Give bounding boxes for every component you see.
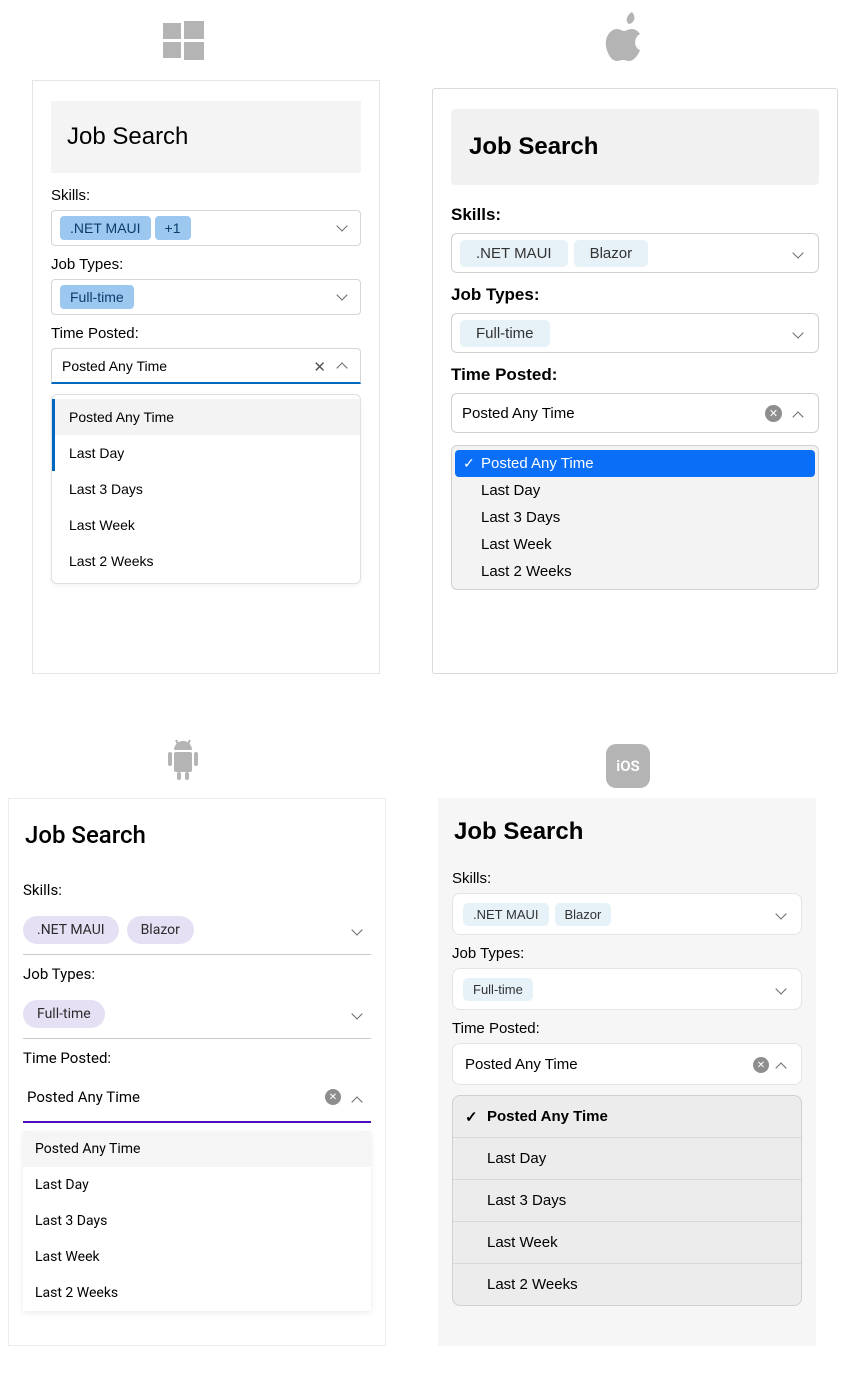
skills-combobox[interactable]: .NET MAUI +1 [51, 210, 361, 246]
chevron-down-icon[interactable] [353, 1007, 365, 1026]
windows-panel: Job Search Skills: .NET MAUI +1 Job Type… [32, 80, 380, 674]
timeposted-value: Posted Any Time [460, 405, 575, 422]
timeposted-popup: Posted Any Time Last Day Last 3 Days Las… [51, 394, 361, 584]
timeposted-popup: Posted Any Time Last Day Last 3 Days Las… [23, 1131, 371, 1311]
jobtypes-combobox[interactable]: Full-time [23, 989, 371, 1039]
timeposted-combobox[interactable]: Posted Any Time ✕ [452, 1043, 802, 1085]
time-option[interactable]: Last 2 Weeks [453, 1264, 801, 1305]
time-option[interactable]: Last 3 Days [453, 1180, 801, 1222]
skill-chip[interactable]: Blazor [574, 240, 649, 267]
clear-icon[interactable]: ✕ [753, 1057, 769, 1073]
skill-chip[interactable]: .NET MAUI [23, 916, 119, 944]
skills-combobox[interactable]: .NET MAUI Blazor [452, 893, 802, 935]
chevron-up-icon[interactable] [353, 1091, 365, 1110]
time-option[interactable]: Posted Any Time [453, 1096, 801, 1138]
time-option[interactable]: Last Week [453, 1222, 801, 1264]
chevron-down-icon[interactable] [794, 328, 806, 346]
jobtype-chip[interactable]: Full-time [60, 285, 134, 309]
jobtypes-combobox[interactable]: Full-time [451, 313, 819, 353]
time-option[interactable]: Last 3 Days [455, 504, 815, 531]
chevron-down-icon[interactable] [338, 290, 350, 308]
skill-chip[interactable]: .NET MAUI [60, 216, 151, 240]
chevron-down-icon[interactable] [777, 909, 789, 927]
jobtype-chip[interactable]: Full-time [463, 978, 533, 1001]
time-option[interactable]: Last 3 Days [23, 1203, 371, 1239]
timeposted-value: Posted Any Time [23, 1088, 140, 1106]
jobtypes-combobox[interactable]: Full-time [51, 279, 361, 315]
skills-label: Skills: [23, 881, 371, 899]
time-option[interactable]: Last Week [52, 507, 360, 543]
apple-icon [604, 12, 648, 68]
page-title: Job Search [23, 799, 371, 871]
timeposted-popup: Posted Any Time Last Day Last 3 Days Las… [451, 445, 819, 590]
clear-icon[interactable]: ✕ [325, 1089, 341, 1105]
skill-more-chip[interactable]: +1 [155, 216, 191, 240]
clear-icon[interactable]: ✕ [765, 405, 782, 422]
timeposted-label: Time Posted: [23, 1049, 371, 1067]
time-option[interactable]: Last Day [52, 435, 360, 471]
chevron-down-icon[interactable] [777, 984, 789, 1002]
chevron-down-icon[interactable] [794, 248, 806, 266]
time-option[interactable]: Posted Any Time [455, 450, 815, 477]
timeposted-combobox[interactable]: Posted Any Time ✕ [51, 348, 361, 384]
time-option[interactable]: Last Week [455, 531, 815, 558]
jobtype-chip[interactable]: Full-time [23, 1000, 105, 1028]
jobtypes-label: Job Types: [51, 256, 361, 273]
timeposted-label: Time Posted: [51, 325, 361, 342]
timeposted-label: Time Posted: [451, 365, 819, 385]
skills-combobox[interactable]: .NET MAUI Blazor [23, 905, 371, 955]
jobtype-chip[interactable]: Full-time [460, 320, 550, 347]
jobtypes-label: Job Types: [452, 945, 802, 962]
skills-combobox[interactable]: .NET MAUI Blazor [451, 233, 819, 273]
skill-chip[interactable]: .NET MAUI [460, 240, 568, 267]
time-option[interactable]: Last 2 Weeks [23, 1275, 371, 1311]
time-option[interactable]: Last Day [453, 1138, 801, 1180]
time-option[interactable]: Last 2 Weeks [455, 558, 815, 585]
windows-icon [160, 18, 206, 68]
jobtypes-label: Job Types: [23, 965, 371, 983]
time-option[interactable]: Last Day [455, 477, 815, 504]
jobtypes-combobox[interactable]: Full-time [452, 968, 802, 1010]
timeposted-value: Posted Any Time [463, 1056, 578, 1073]
time-option[interactable]: Last Week [23, 1239, 371, 1275]
time-option[interactable]: Last 2 Weeks [52, 543, 360, 579]
chevron-up-icon[interactable] [338, 359, 350, 377]
ios-icon: iOS [606, 744, 650, 788]
android-icon [166, 738, 200, 786]
chevron-down-icon[interactable] [338, 221, 350, 239]
page-title: Job Search [51, 101, 361, 173]
macos-panel: Job Search Skills: .NET MAUI Blazor Job … [432, 88, 838, 674]
jobtypes-label: Job Types: [451, 285, 819, 305]
timeposted-combobox[interactable]: Posted Any Time ✕ [451, 393, 819, 433]
chevron-down-icon[interactable] [353, 923, 365, 942]
timeposted-label: Time Posted: [452, 1020, 802, 1037]
skill-chip[interactable]: Blazor [555, 903, 612, 926]
skill-chip[interactable]: Blazor [127, 916, 194, 944]
android-panel: Job Search Skills: .NET MAUI Blazor Job … [8, 798, 386, 1346]
chevron-up-icon[interactable] [777, 1059, 789, 1077]
skill-chip[interactable]: .NET MAUI [463, 903, 549, 926]
timeposted-popup: Posted Any Time Last Day Last 3 Days Las… [452, 1095, 802, 1306]
skills-label: Skills: [452, 870, 802, 887]
page-title: Job Search [452, 798, 802, 860]
time-option[interactable]: Posted Any Time [52, 399, 360, 435]
page-title: Job Search [451, 109, 819, 185]
time-option[interactable]: Last Day [23, 1167, 371, 1203]
timeposted-value: Posted Any Time [60, 358, 167, 374]
timeposted-combobox[interactable]: Posted Any Time ✕ [23, 1073, 371, 1123]
skills-label: Skills: [451, 205, 819, 225]
chevron-up-icon[interactable] [794, 408, 806, 426]
time-option[interactable]: Posted Any Time [23, 1131, 371, 1167]
skills-label: Skills: [51, 187, 361, 204]
time-option[interactable]: Last 3 Days [52, 471, 360, 507]
ios-panel: Job Search Skills: .NET MAUI Blazor Job … [438, 798, 816, 1346]
clear-icon[interactable]: ✕ [313, 358, 326, 376]
